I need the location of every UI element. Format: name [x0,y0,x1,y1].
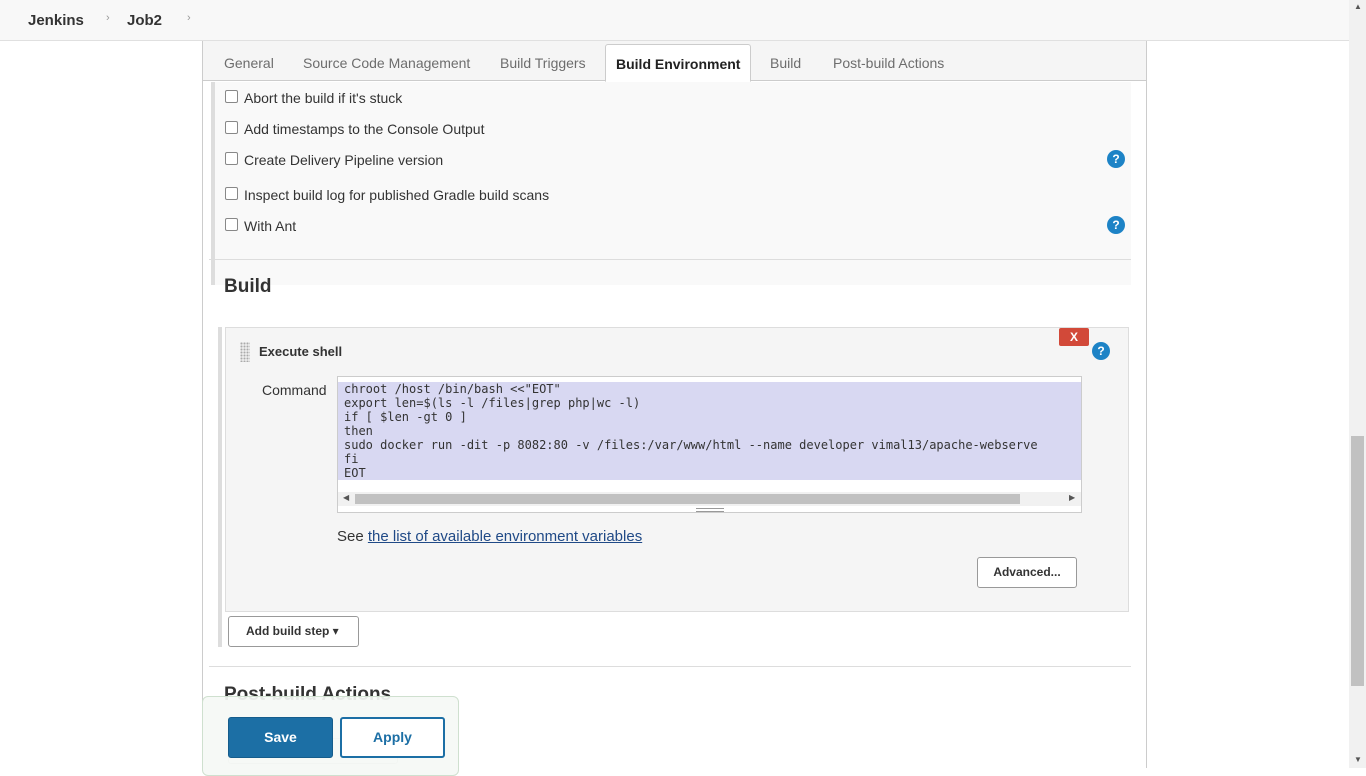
option-label: Add timestamps to the Console Output [244,121,485,137]
scroll-right-icon[interactable]: ▶ [1069,493,1075,502]
config-tabs: General Source Code Management Build Tri… [203,41,1146,82]
tab-build-environment[interactable]: Build Environment [605,44,752,82]
save-button[interactable]: Save [228,717,333,758]
config-panel: General Source Code Management Build Tri… [202,41,1147,768]
chevron-right-icon[interactable]: › [106,12,110,24]
code-line: if [ $len -gt 0 ] [344,410,467,424]
divider [209,666,1131,667]
page-scrollbar[interactable]: ▲ ▼ [1349,0,1366,768]
scrollbar-thumb[interactable] [1351,436,1364,686]
drag-handle-icon[interactable] [240,342,250,362]
delete-step-button[interactable]: X [1059,328,1089,346]
build-step-execute-shell: Execute shell X ? Command chroot /host /… [225,327,1129,612]
chevron-right-icon[interactable]: › [187,12,191,24]
env-vars-hint: See the list of available environment va… [337,528,642,545]
option-label: Abort the build if it's stuck [244,90,403,106]
help-icon[interactable]: ? [1107,150,1125,168]
step-title: Execute shell [259,344,343,359]
section-title-build: Build [224,276,272,297]
horizontal-scrollbar[interactable]: ◀ ▶ [338,492,1081,506]
help-icon[interactable]: ? [1092,342,1110,360]
advanced-button[interactable]: Advanced... [977,557,1077,588]
checkbox[interactable] [225,90,238,103]
tab-source-code-management[interactable]: Source Code Management [303,55,470,71]
tab-build-triggers[interactable]: Build Triggers [500,55,586,71]
apply-button[interactable]: Apply [340,717,445,758]
command-editor[interactable]: chroot /host /bin/bash <<"EOT" export len… [337,376,1082,513]
tab-general[interactable]: General [224,55,274,71]
tab-post-build-actions[interactable]: Post-build Actions [833,55,944,71]
breadcrumb-jenkins[interactable]: Jenkins [28,12,84,29]
breadcrumb-job2[interactable]: Job2 [127,12,162,29]
code-line: sudo docker run -dit -p 8082:80 -v /file… [344,438,1038,452]
option-label: With Ant [244,218,297,234]
see-prefix: See [337,528,364,545]
checkbox[interactable] [225,152,238,165]
command-label: Command [262,382,327,398]
section-indicator [218,327,222,647]
code-line: chroot /host /bin/bash <<"EOT" [344,382,561,396]
code-line: export len=$(ls -l /files|grep php|wc -l… [344,396,641,410]
checkbox[interactable] [225,218,238,231]
add-build-step-label: Add build step [246,624,330,638]
code-line: EOT [344,466,366,480]
checkbox[interactable] [225,121,238,134]
add-build-step-button[interactable]: Add build step ▾ [228,616,359,647]
scroll-down-icon[interactable]: ▼ [1354,755,1362,764]
scroll-left-icon[interactable]: ◀ [343,493,349,502]
divider [209,259,1131,260]
env-vars-link[interactable]: the list of available environment variab… [368,528,642,545]
scrollbar-thumb[interactable] [355,494,1020,504]
build-environment-section [215,82,1131,285]
caret-down-icon: ▾ [332,624,339,638]
command-code[interactable]: chroot /host /bin/bash <<"EOT" export len… [338,382,1081,480]
save-bar: Save Apply [202,696,459,776]
option-label: Inspect build log for published Gradle b… [244,187,550,203]
scroll-up-icon[interactable]: ▲ [1354,2,1362,11]
checkbox[interactable] [225,187,238,200]
tab-build[interactable]: Build [770,55,801,71]
breadcrumb: Jenkins › Job2 › [0,0,1366,41]
resize-grip-icon[interactable] [696,508,724,512]
code-line: fi [344,452,359,466]
help-icon[interactable]: ? [1107,216,1125,234]
code-line: then [344,424,373,438]
option-label: Create Delivery Pipeline version [244,152,444,168]
